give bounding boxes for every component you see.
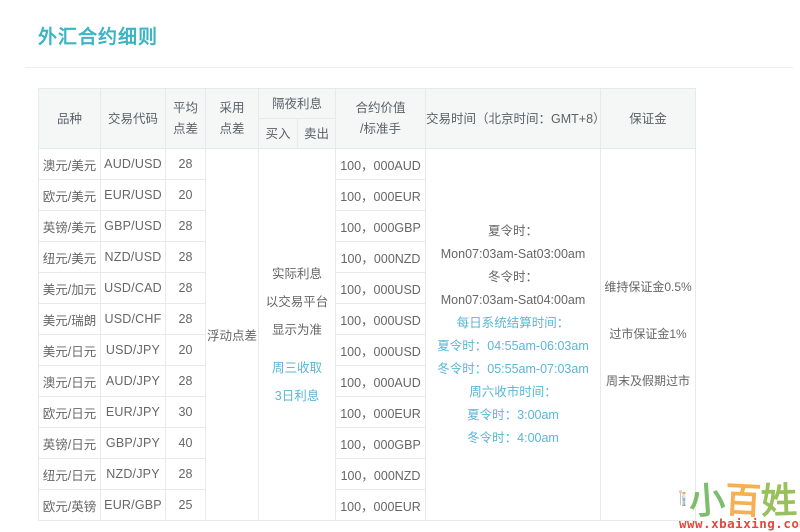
code-cell: NZD/JPY [101, 459, 166, 490]
variety-cell: 欧元/英镑 [39, 490, 101, 521]
trading-time-cell: 夏令时： Mon07:03am-Sat03:00am 冬令时： Mon07:03… [426, 149, 601, 521]
variety-cell: 澳元/日元 [39, 366, 101, 397]
contract-value-cell: 100，000AUD [336, 149, 426, 180]
variety-cell: 美元/加元 [39, 273, 101, 304]
contract-value-cell: 100，000GBP [336, 428, 426, 459]
overnight-interest-cell: 实际利息 以交易平台 显示为准 周三收取 3日利息 [259, 149, 336, 521]
contract-value-cell: 100，000EUR [336, 490, 426, 521]
col-header-avg-spread: 平均 点差 [166, 89, 206, 149]
avg-spread-cell: 28 [166, 149, 206, 180]
code-cell: AUD/USD [101, 149, 166, 180]
contract-value-cell: 100，000USD [336, 335, 426, 366]
overnight-note: 实际利息 以交易平台 显示为准 [259, 260, 335, 344]
col-header-code: 交易代码 [101, 89, 166, 149]
avg-spread-cell: 28 [166, 211, 206, 242]
col-header-margin: 保证金 [601, 89, 696, 149]
header-row-1: 品种 交易代码 平均 点差 采用 点差 隔夜利息 合约价值 /标准手 交易时间（… [39, 89, 696, 119]
code-cell: USD/CHF [101, 304, 166, 335]
variety-cell: 美元/瑞朗 [39, 304, 101, 335]
page-title: 外汇合约细则 [38, 22, 158, 49]
code-cell: EUR/JPY [101, 397, 166, 428]
variety-cell: 欧元/日元 [39, 397, 101, 428]
contract-value-cell: 100，000USD [336, 304, 426, 335]
code-cell: GBP/JPY [101, 428, 166, 459]
avg-spread-cell: 28 [166, 242, 206, 273]
code-cell: USD/CAD [101, 273, 166, 304]
variety-cell: 纽元/日元 [39, 459, 101, 490]
variety-cell: 美元/日元 [39, 335, 101, 366]
farmer-mascot-icon [679, 474, 687, 522]
contract-spec-table: 品种 交易代码 平均 点差 采用 点差 隔夜利息 合约价值 /标准手 交易时间（… [38, 88, 696, 521]
code-cell: USD/JPY [101, 335, 166, 366]
avg-spread-cell: 28 [166, 273, 206, 304]
avg-spread-cell: 25 [166, 490, 206, 521]
avg-spread-cell: 20 [166, 180, 206, 211]
contract-value-cell: 100，000NZD [336, 242, 426, 273]
col-header-variety: 品种 [39, 89, 101, 149]
variety-cell: 澳元/美元 [39, 149, 101, 180]
contract-value-cell: 100，000AUD [336, 366, 426, 397]
watermark: 小 百 姓 www.xbaixing.com [679, 474, 797, 531]
adopted-spread-cell: 浮动点差 [206, 149, 259, 521]
margin-cell: 维持保证金0.5% 过市保证金1% 周末及假期过市 [601, 149, 696, 521]
col-header-adopted-spread: 采用 点差 [206, 89, 259, 149]
contract-value-cell: 100，000NZD [336, 459, 426, 490]
overnight-highlight-note: 周三收取 3日利息 [259, 354, 335, 410]
avg-spread-cell: 20 [166, 335, 206, 366]
contract-value-cell: 100，000EUR [336, 180, 426, 211]
variety-cell: 英镑/美元 [39, 211, 101, 242]
avg-spread-cell: 28 [166, 304, 206, 335]
col-header-trading-time: 交易时间（北京时间：GMT+8） [426, 89, 601, 149]
code-cell: EUR/USD [101, 180, 166, 211]
col-header-sell: 卖出 [298, 119, 336, 149]
avg-spread-cell: 30 [166, 397, 206, 428]
contract-value-cell: 100，000GBP [336, 211, 426, 242]
variety-cell: 纽元/美元 [39, 242, 101, 273]
contract-value-cell: 100，000EUR [336, 397, 426, 428]
contract-value-cell: 100，000USD [336, 273, 426, 304]
code-cell: NZD/USD [101, 242, 166, 273]
avg-spread-cell: 28 [166, 459, 206, 490]
code-cell: AUD/JPY [101, 366, 166, 397]
watermark-brand-text: 小 百 姓 [689, 482, 797, 520]
page: 外汇合约细则 品种 交易代码 平均 点差 采用 点差 隔夜利息 [0, 0, 800, 532]
col-header-contract-value: 合约价值 /标准手 [336, 89, 426, 149]
code-cell: EUR/GBP [101, 490, 166, 521]
table-row: 澳元/美元 AUD/USD 28 浮动点差 实际利息 以交易平台 显示为准 周三… [39, 149, 696, 180]
code-cell: GBP/USD [101, 211, 166, 242]
avg-spread-cell: 40 [166, 428, 206, 459]
avg-spread-cell: 28 [166, 366, 206, 397]
title-divider [25, 67, 793, 68]
variety-cell: 英镑/日元 [39, 428, 101, 459]
col-header-buy: 买入 [259, 119, 298, 149]
variety-cell: 欧元/美元 [39, 180, 101, 211]
col-header-overnight-interest: 隔夜利息 [259, 89, 336, 119]
